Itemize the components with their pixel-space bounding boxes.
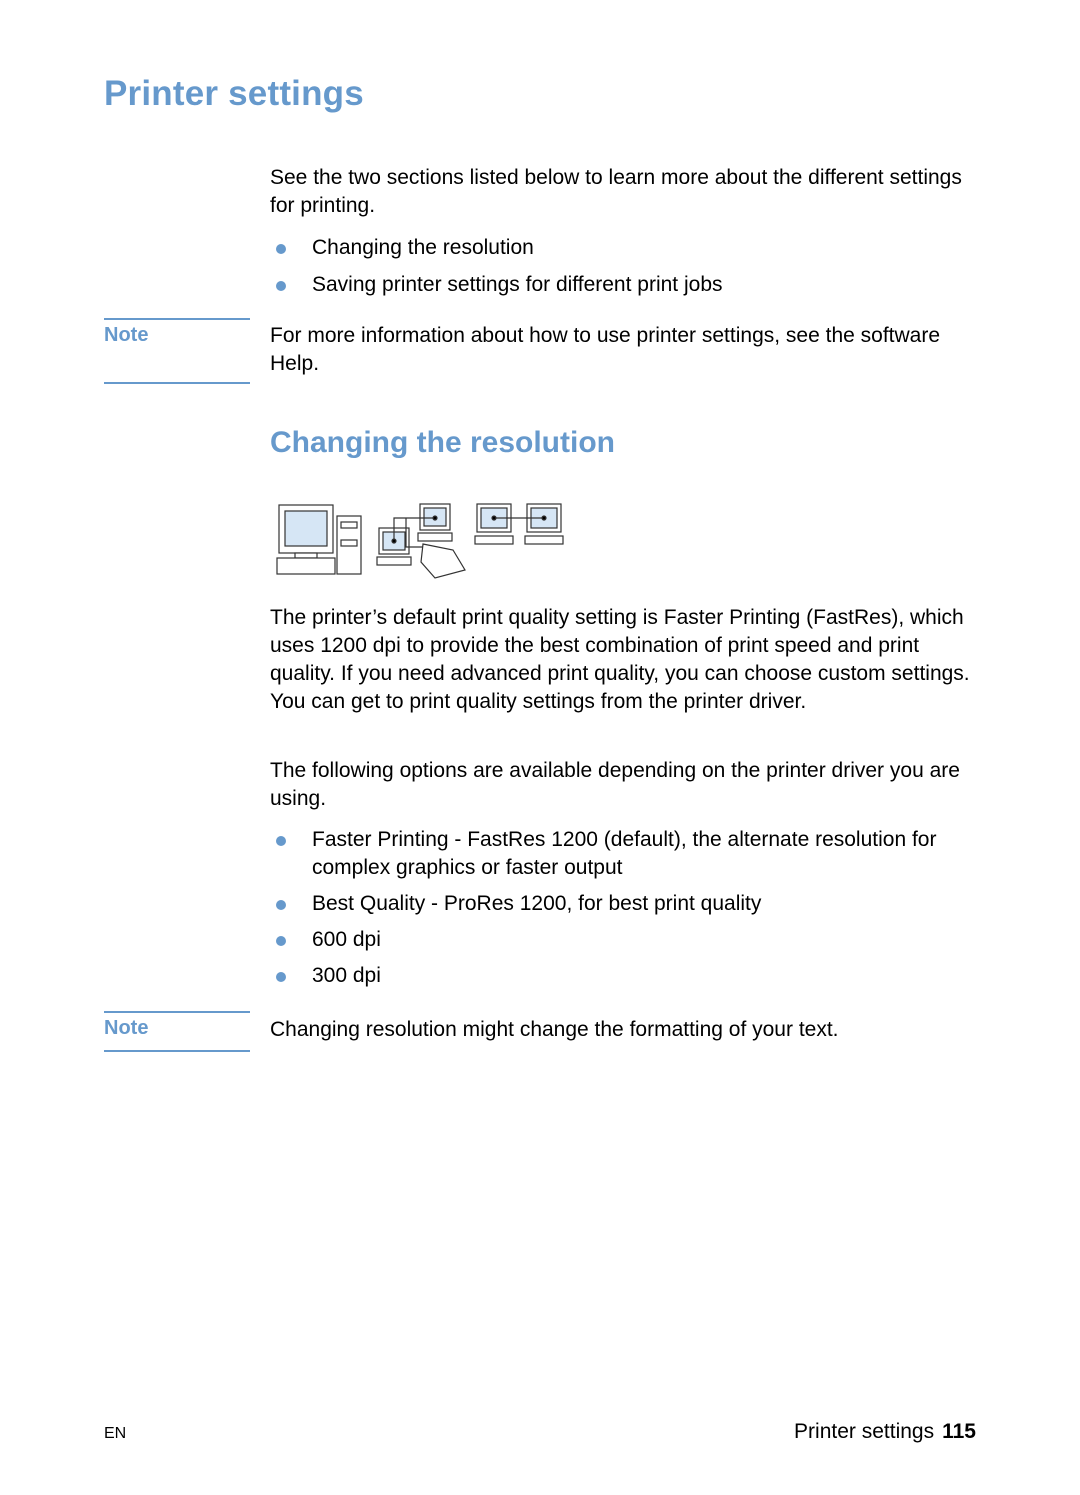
list-item-text: 600 dpi <box>312 928 381 951</box>
list-item: 300 dpi <box>270 962 980 990</box>
bullet-icon <box>276 972 286 982</box>
note-label: Note <box>104 324 149 346</box>
footer-language: EN <box>104 1425 127 1442</box>
list-item-text: Best Quality - ProRes 1200, for best pri… <box>312 892 762 915</box>
intro-bullet-list: Changing the resolution Saving printer s… <box>270 234 980 299</box>
page-number: 115 <box>942 1420 976 1443</box>
note-label-box: Note <box>104 318 250 384</box>
footer-section-name: Printer settings <box>794 1420 935 1443</box>
list-item-text: Saving printer settings for different pr… <box>312 273 723 296</box>
note-text: Changing resolution might change the for… <box>270 1018 839 1041</box>
section-paragraph-1: The printer’s default print quality sett… <box>270 606 970 713</box>
peer-computers-icon <box>474 503 564 545</box>
list-item: Saving printer settings for different pr… <box>270 271 980 299</box>
list-item: Faster Printing - FastRes 1200 (default)… <box>270 826 980 882</box>
desktop-computer-icon <box>276 504 362 575</box>
section-paragraph-2: The following options are available depe… <box>270 759 960 810</box>
bullet-icon <box>276 836 286 846</box>
network-computers-printer-icon <box>376 503 466 579</box>
list-item: Changing the resolution <box>270 234 980 262</box>
list-item-text: 300 dpi <box>312 964 381 987</box>
note-text: For more information about how to use pr… <box>270 324 941 375</box>
footer-page-info: Printer settings 115 <box>794 1420 976 1444</box>
list-item-text: Changing the resolution <box>312 236 534 259</box>
list-item: Best Quality - ProRes 1200, for best pri… <box>270 890 980 918</box>
list-item: 600 dpi <box>270 926 980 954</box>
page-title: Printer settings <box>104 74 364 113</box>
intro-paragraph: See the two sections listed below to lea… <box>270 166 962 217</box>
note-label-box: Note <box>104 1011 250 1052</box>
bullet-icon <box>276 244 286 254</box>
bullet-icon <box>276 281 286 291</box>
section-title: Changing the resolution <box>270 426 615 459</box>
bullet-icon <box>276 900 286 910</box>
computer-network-printer-illustration <box>276 503 564 579</box>
bullet-icon <box>276 936 286 946</box>
resolution-options-list: Faster Printing - FastRes 1200 (default)… <box>270 826 980 990</box>
note-label: Note <box>104 1017 149 1039</box>
list-item-text: Faster Printing - FastRes 1200 (default)… <box>312 828 937 879</box>
